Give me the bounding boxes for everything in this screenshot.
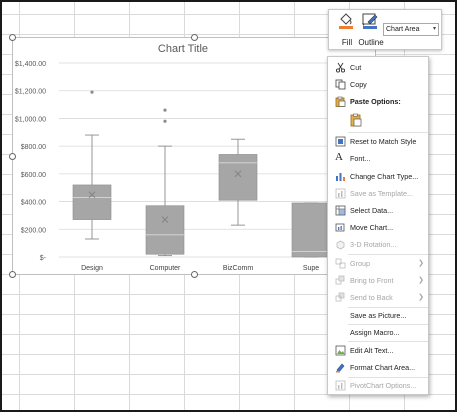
y-tick-label: $600.00 — [21, 172, 46, 179]
resize-handle-top-left[interactable] — [9, 34, 16, 41]
x-category-label: BizComm — [223, 265, 254, 272]
menu-item-paste-options: Paste Options: — [328, 94, 428, 109]
menu-item-move-chart[interactable]: Move Chart... — [328, 220, 428, 235]
chevron-down-icon: ▾ — [432, 26, 436, 32]
paste-icon — [335, 96, 346, 107]
box-plot-supe — [291, 202, 331, 258]
menu-item-bring-to-front[interactable]: Bring to Front ❯ — [328, 273, 428, 288]
box-plot-computer — [145, 108, 185, 257]
outlier-point — [90, 90, 94, 94]
box-plot-bizcomm — [218, 138, 258, 226]
copy-icon — [335, 79, 346, 90]
scissors-icon — [335, 62, 346, 73]
menu-item-select-data[interactable]: Select Data... — [328, 203, 428, 218]
pivot-icon — [335, 380, 346, 391]
outline-label: Outline — [358, 38, 384, 47]
alt-text-icon — [335, 345, 346, 356]
x-category-label: Design — [81, 265, 103, 272]
menu-item-edit-alt-text[interactable]: Edit Alt Text... — [328, 343, 428, 358]
chart-element-select-value: Chart Area — [386, 26, 420, 33]
resize-handle-bottom[interactable] — [191, 271, 198, 278]
format-mini-toolbar: ▾ Fill ▾ Outline Chart Area ▾ — [328, 9, 442, 50]
menu-item-3d-rotation[interactable]: 3-D Rotation... — [328, 237, 428, 252]
menu-item-save-as-picture[interactable]: Save as Picture... — [328, 308, 428, 323]
move-chart-icon — [335, 223, 345, 232]
y-tick-label: $1,000.00 — [15, 116, 46, 123]
clipboard-icon — [350, 113, 362, 127]
x-category-label: Computer — [150, 265, 181, 272]
resize-handle-bottom-left[interactable] — [9, 271, 16, 278]
menu-item-group[interactable]: Group ❯ — [328, 256, 428, 271]
box-iqr — [218, 154, 258, 201]
box-plot-design — [72, 90, 112, 240]
box-whisker-chart: Chart Title $1,400.00 $1,200.00 $1,000.00 $… — [15, 43, 377, 272]
menu-item-send-to-back[interactable]: Send to Back ❯ — [328, 290, 428, 305]
y-tick-label: $- — [40, 255, 47, 262]
menu-separator — [348, 341, 428, 342]
submenu-arrow-icon: ❯ — [418, 277, 424, 284]
paint-bucket-icon — [339, 13, 353, 29]
outline-button[interactable]: ▾ Outline — [358, 13, 389, 47]
paste-option-button[interactable] — [328, 112, 428, 130]
menu-item-change-chart-type[interactable]: Change Chart Type... — [328, 169, 428, 184]
y-tick-label: $1,200.00 — [15, 89, 46, 96]
submenu-arrow-icon: ❯ — [418, 260, 424, 267]
context-menu: Cut Copy Paste Options: Reset to Match S… — [327, 56, 429, 395]
menu-item-font[interactable]: A Font... — [328, 151, 428, 166]
menu-item-copy[interactable]: Copy — [328, 77, 428, 92]
format-area-icon — [336, 363, 345, 373]
send-back-icon — [335, 292, 345, 302]
resize-handle-top[interactable] — [191, 34, 198, 41]
box-iqr — [145, 205, 185, 255]
font-icon: A — [335, 151, 343, 163]
chart-title[interactable]: Chart Title — [158, 43, 208, 55]
outlier-point — [163, 108, 167, 112]
reset-style-icon — [335, 136, 346, 147]
y-tick-label: $400.00 — [21, 200, 46, 207]
submenu-arrow-icon: ❯ — [418, 294, 424, 301]
template-icon — [335, 188, 346, 199]
menu-item-reset-to-match-style[interactable]: Reset to Match Style — [328, 134, 428, 149]
menu-item-save-as-template[interactable]: Save as Template... — [328, 186, 428, 201]
pen-outline-icon — [362, 13, 378, 29]
menu-separator — [348, 132, 428, 133]
menu-item-pivotchart-options[interactable]: PivotChart Options... — [328, 378, 428, 393]
y-tick-label: $200.00 — [21, 227, 46, 234]
chart-type-icon — [336, 173, 345, 181]
menu-item-cut[interactable]: Cut — [328, 60, 428, 75]
y-tick-label: $1,400.00 — [15, 61, 46, 68]
box-iqr — [72, 184, 112, 220]
menu-separator — [348, 254, 428, 255]
select-data-icon — [335, 205, 346, 216]
menu-item-format-chart-area[interactable]: Format Chart Area... — [328, 360, 428, 375]
bring-front-icon — [335, 275, 345, 285]
group-icon — [335, 258, 346, 269]
menu-item-assign-macro[interactable]: Assign Macro... — [328, 325, 428, 340]
x-category-label: Supe — [303, 265, 319, 272]
chart-element-select[interactable]: Chart Area ▾ — [383, 23, 439, 36]
outlier-point — [163, 119, 167, 123]
y-tick-label: $800.00 — [21, 144, 46, 151]
rotation-icon — [336, 240, 345, 250]
box-iqr — [291, 202, 331, 258]
resize-handle-left[interactable] — [9, 153, 16, 160]
chart-area[interactable]: Chart Title $1,400.00 $1,200.00 $1,000.00 $… — [9, 34, 377, 278]
